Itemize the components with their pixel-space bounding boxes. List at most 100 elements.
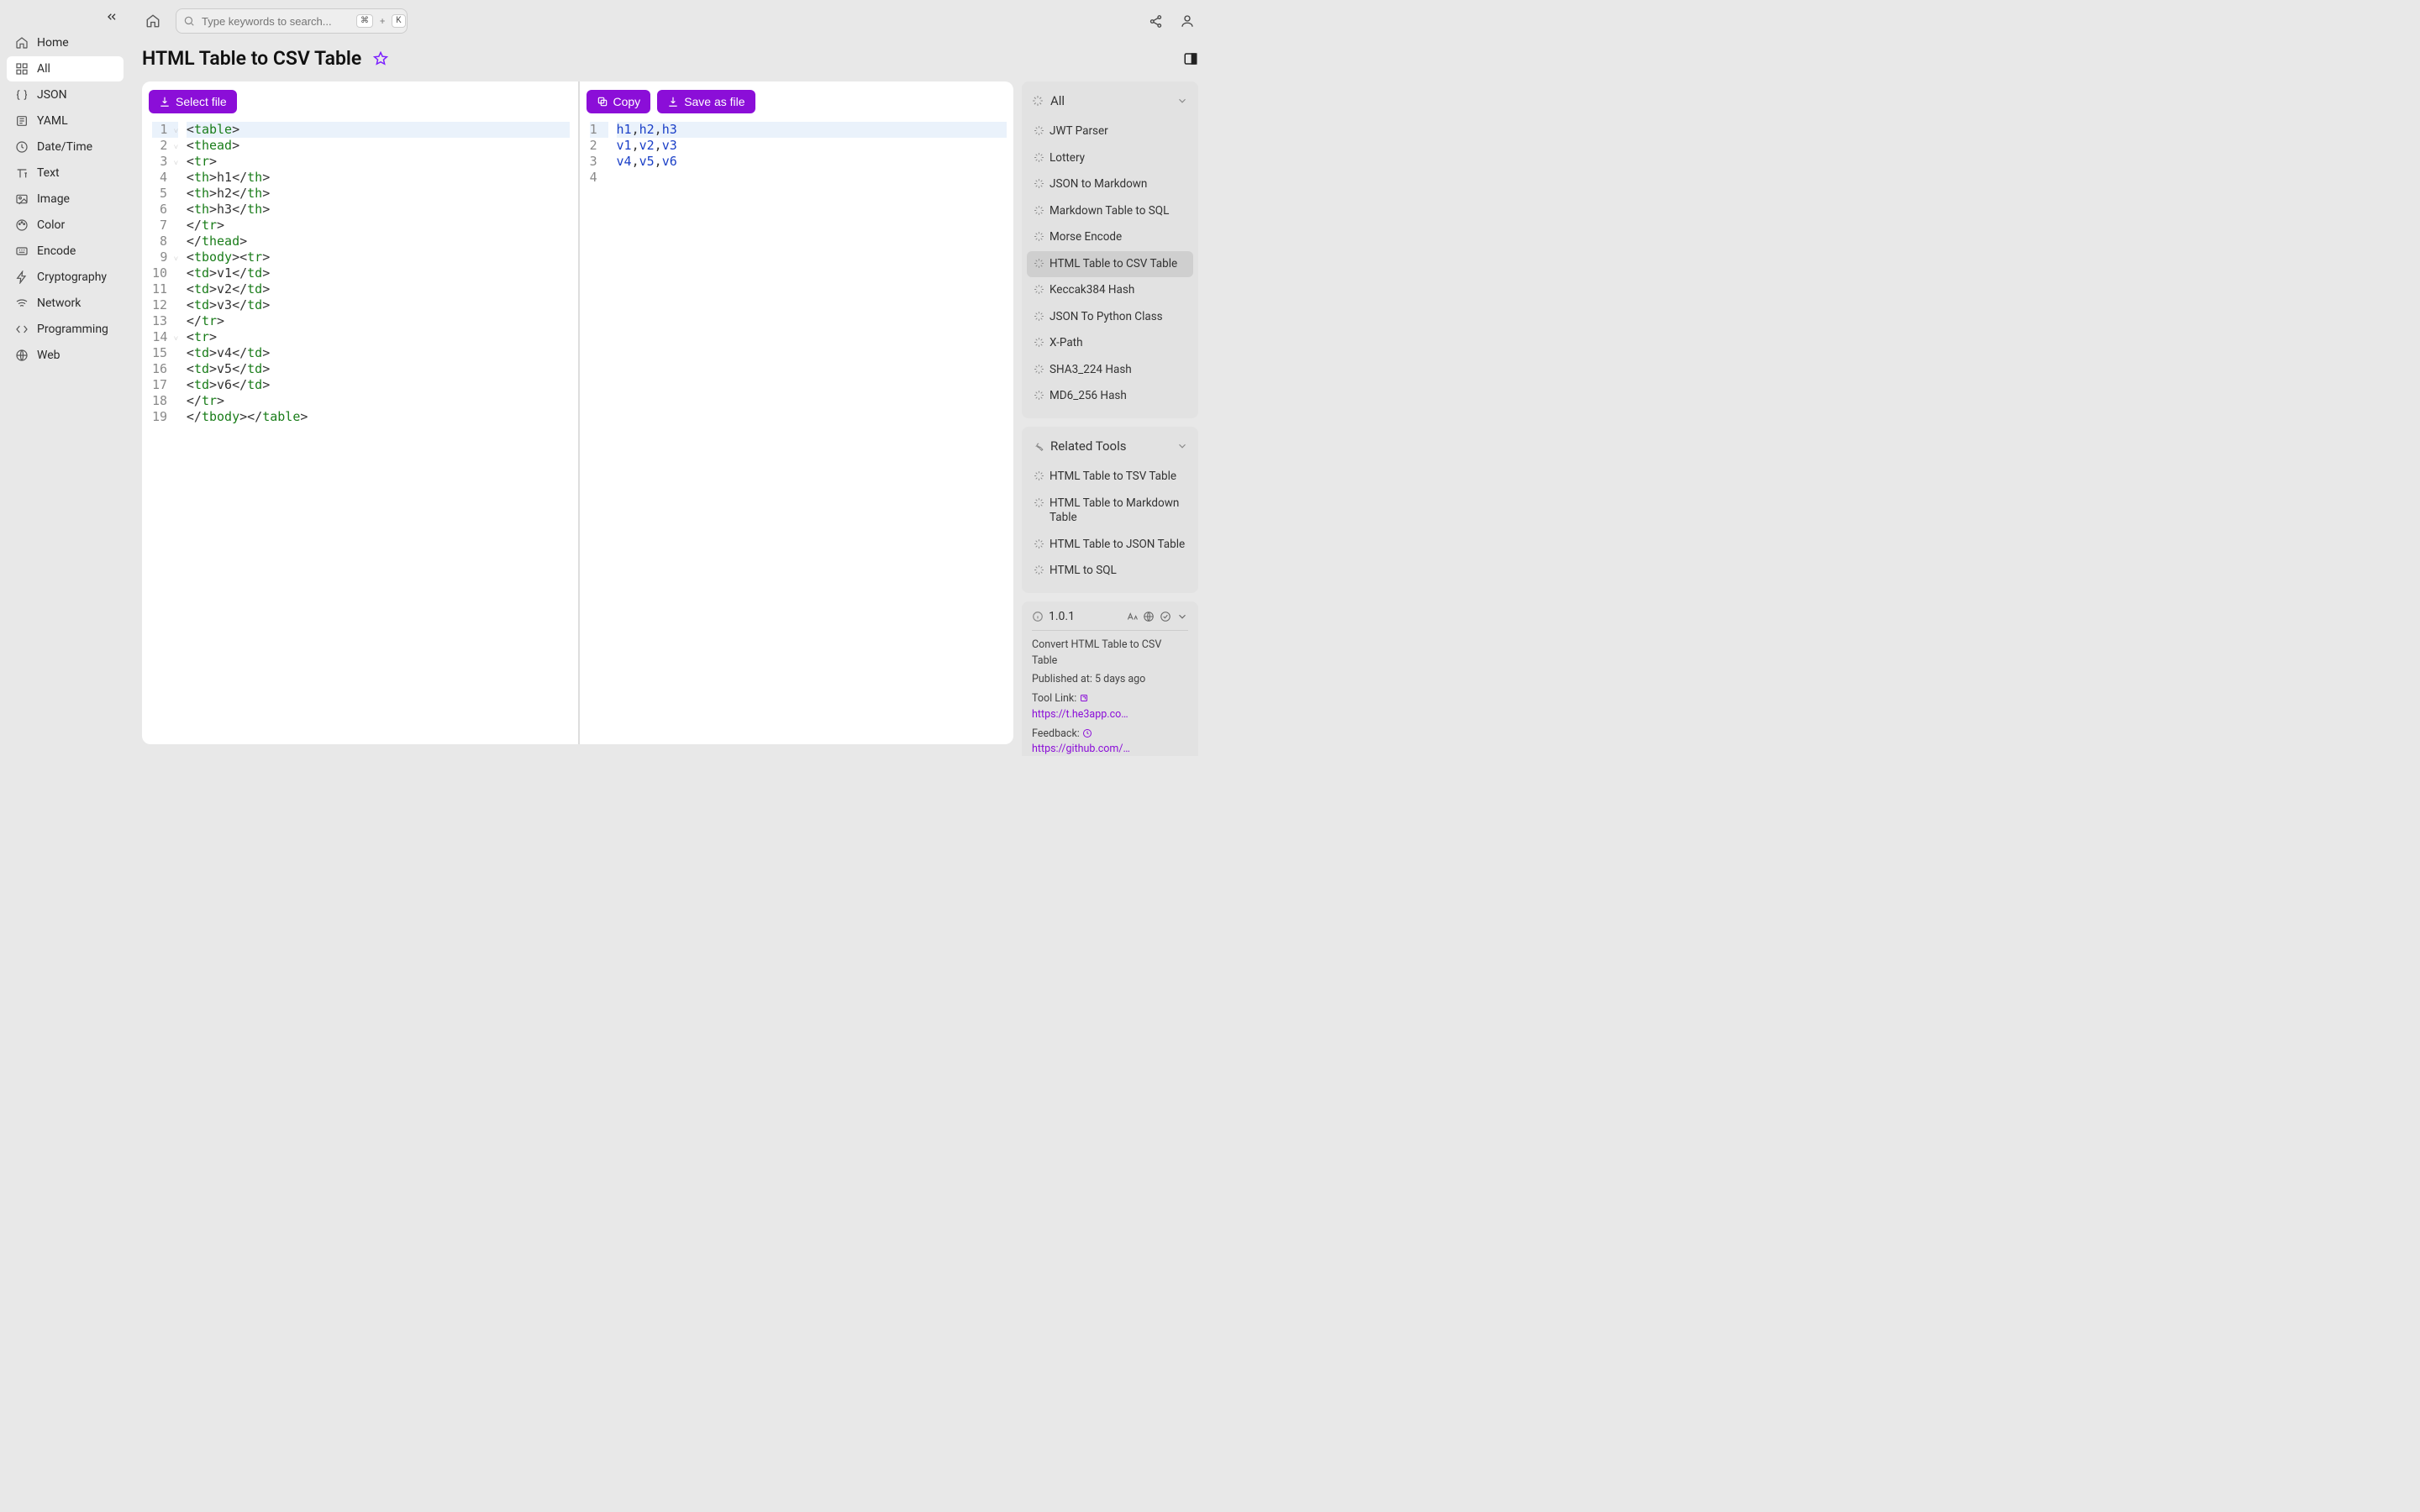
sidebar-item-label: Home: [37, 36, 69, 50]
home-button[interactable]: [142, 10, 164, 32]
rail-item[interactable]: Markdown Table to SQL: [1027, 198, 1193, 225]
sidebar-item-programming[interactable]: Programming: [7, 317, 124, 342]
select-file-button[interactable]: Select file: [149, 90, 237, 113]
divider: [1032, 630, 1188, 631]
sidebar-item-encode[interactable]: Encode: [7, 239, 124, 264]
output-panel: Copy Save as file 1 2 3 4 h1,h2,h3v1,v2,…: [578, 81, 1014, 744]
collapse-sidebar-icon[interactable]: [105, 10, 118, 24]
image-icon: [15, 192, 29, 206]
encode-icon: [15, 244, 29, 258]
sidebar-item-date-time[interactable]: Date/Time: [7, 134, 124, 160]
copy-label: Copy: [613, 95, 641, 108]
tool-link[interactable]: https://t.he3app.co…: [1032, 708, 1128, 721]
feedback-link[interactable]: https://github.com/…: [1032, 743, 1130, 755]
rail-item-label: SHA3_224 Hash: [1050, 363, 1132, 378]
favorite-star-icon[interactable]: [373, 51, 388, 66]
rail-item[interactable]: SHA3_224 Hash: [1027, 357, 1193, 384]
rail-item[interactable]: HTML Table to JSON Table: [1027, 532, 1193, 559]
wifi-icon: [15, 297, 29, 310]
home-icon: [15, 36, 29, 50]
topbar: ⌘ + K: [130, 0, 1210, 42]
sidebar-item-home[interactable]: Home: [7, 30, 124, 55]
rail-item-label: Lottery: [1050, 151, 1085, 166]
info-tool-link: Tool Link: https://t.he3app.co…: [1032, 691, 1188, 723]
sidebar-item-cryptography[interactable]: Cryptography: [7, 265, 124, 290]
sidebar-item-label: Web: [37, 349, 60, 362]
info-published: Published at: 5 days ago: [1032, 672, 1188, 688]
rail-item-label: HTML Table to CSV Table: [1050, 257, 1177, 272]
search-input[interactable]: [202, 15, 350, 28]
check-circle-icon[interactable]: [1160, 611, 1171, 622]
sparkle-icon: [1032, 95, 1044, 107]
rail-item-label: X-Path: [1050, 336, 1083, 351]
layout-toggle-icon[interactable]: [1183, 51, 1198, 66]
info-feedback: Feedback: https://github.com/…: [1032, 727, 1188, 757]
page-header: HTML Table to CSV Table: [130, 42, 1210, 81]
code-icon: [15, 323, 29, 336]
rail-item[interactable]: HTML Table to Markdown Table: [1027, 491, 1193, 532]
sidebar-item-image[interactable]: Image: [7, 186, 124, 212]
rail-item[interactable]: Lottery: [1027, 145, 1193, 172]
rail-item-label: HTML Table to TSV Table: [1050, 470, 1176, 485]
rail-item-label: HTML Table to Markdown Table: [1050, 496, 1186, 526]
sidebar-item-label: Image: [37, 192, 70, 206]
all-tools-card: All JWT Parser Lottery JSON to MarkdownMar…: [1022, 81, 1198, 418]
sidebar-item-web[interactable]: Web: [7, 343, 124, 368]
sparkle-icon: [1034, 538, 1044, 549]
all-tools-title: All: [1050, 93, 1065, 108]
sparkle-icon: [1034, 337, 1044, 348]
rail-item[interactable]: HTML to SQL: [1027, 558, 1193, 585]
globe-icon[interactable]: [1143, 611, 1155, 622]
rail-item[interactable]: MD6_256 Hash: [1027, 383, 1193, 410]
share-icon[interactable]: [1149, 14, 1163, 29]
sparkle-icon: [1034, 258, 1044, 269]
sidebar-item-network[interactable]: Network: [7, 291, 124, 316]
sparkle-icon: [1034, 497, 1044, 508]
sidebar-item-label: Text: [37, 166, 60, 180]
related-tools-header[interactable]: Related Tools: [1022, 430, 1198, 462]
rail-item-label: Morse Encode: [1050, 230, 1122, 245]
rail-item[interactable]: HTML Table to CSV Table: [1027, 251, 1193, 278]
rail-item[interactable]: JWT Parser: [1027, 118, 1193, 145]
sidebar-item-text[interactable]: Text: [7, 160, 124, 186]
rail-item[interactable]: HTML Table to TSV Table: [1027, 464, 1193, 491]
search-box[interactable]: ⌘ + K: [176, 8, 408, 34]
sidebar-item-json[interactable]: JSON: [7, 82, 124, 108]
rail-item-label: JWT Parser: [1050, 124, 1108, 139]
sidebar-item-color[interactable]: Color: [7, 213, 124, 238]
save-as-file-button[interactable]: Save as file: [657, 90, 755, 113]
rail-item[interactable]: Keccak384 Hash: [1027, 277, 1193, 304]
all-tools-header[interactable]: All: [1022, 85, 1198, 117]
rail-item[interactable]: X-Path: [1027, 330, 1193, 357]
sidebar-item-label: Programming: [37, 323, 108, 336]
rail-item[interactable]: Morse Encode: [1027, 224, 1193, 251]
output-editor[interactable]: 1 2 3 4 h1,h2,h3v1,v2,v3v4,v5,v6: [587, 120, 1007, 738]
sidebar-item-label: YAML: [37, 114, 68, 128]
sparkle-icon: [1034, 284, 1044, 295]
rail-item[interactable]: JSON To Python Class: [1027, 304, 1193, 331]
sidebar-item-label: Encode: [37, 244, 76, 258]
sidebar-item-yaml[interactable]: YAML: [7, 108, 124, 134]
font-size-icon[interactable]: [1126, 611, 1138, 622]
sidebar: Home All JSON YAML Date/Time Text Image Color En…: [0, 0, 130, 756]
sidebar-item-label: JSON: [37, 88, 67, 102]
info-icon: [1032, 611, 1044, 622]
editor-panels: Select file 1 ˅2 ˅3 ˅4 5 6 7 8 9 ˅10 11 …: [142, 81, 1013, 744]
rail-item-label: HTML Table to JSON Table: [1050, 538, 1185, 553]
sparkle-icon: [1034, 390, 1044, 401]
info-description: Convert HTML Table to CSV Table: [1032, 638, 1188, 669]
chevron-down-icon: [1176, 95, 1188, 107]
rail-item[interactable]: JSON to Markdown: [1027, 171, 1193, 198]
sparkle-icon: [1034, 311, 1044, 322]
shortcut-k: K: [392, 14, 405, 28]
chevron-down-icon[interactable]: [1176, 611, 1188, 622]
sidebar-item-label: Date/Time: [37, 140, 92, 154]
shortcut-plus: +: [380, 16, 385, 27]
json-icon: [15, 88, 29, 102]
user-icon[interactable]: [1180, 13, 1195, 29]
sparkle-icon: [1034, 125, 1044, 136]
info-card: 1.0.1 Convert HTML Table to CSV Table Pu…: [1022, 601, 1198, 756]
sidebar-item-all[interactable]: All: [7, 56, 124, 81]
copy-button[interactable]: Copy: [587, 90, 651, 113]
input-editor[interactable]: 1 ˅2 ˅3 ˅4 5 6 7 8 9 ˅10 11 12 13 14 ˅15…: [149, 120, 570, 738]
